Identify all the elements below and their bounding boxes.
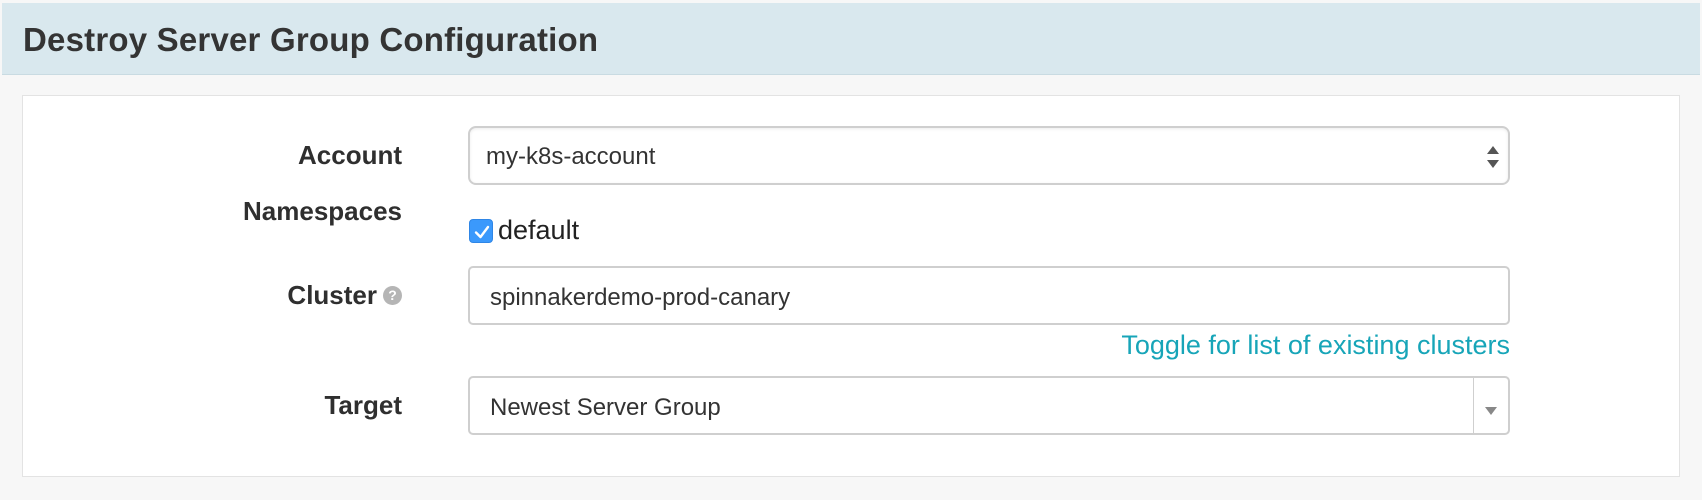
- cluster-input-value: spinnakerdemo-prod-canary: [490, 284, 791, 311]
- toggle-clusters-link[interactable]: Toggle for list of existing clusters: [1121, 330, 1510, 361]
- section-header: Destroy Server Group Configuration: [2, 3, 1700, 75]
- target-label: Target: [324, 390, 402, 420]
- check-icon: [474, 225, 490, 239]
- cluster-input[interactable]: spinnakerdemo-prod-canary: [468, 266, 1510, 325]
- chevron-down-icon[interactable]: [1481, 398, 1501, 415]
- namespace-default-checkbox[interactable]: [469, 219, 493, 243]
- account-label: Account: [298, 140, 402, 170]
- page-title: Destroy Server Group Configuration: [23, 21, 599, 58]
- help-icon[interactable]: ?: [383, 285, 402, 305]
- target-selected-value: Newest Server Group: [490, 394, 721, 421]
- select-arrows-icon: [1486, 144, 1500, 170]
- cluster-label-text: Cluster: [287, 280, 377, 310]
- namespace-default-label: default: [498, 215, 580, 245]
- cluster-label: Cluster?: [287, 280, 402, 311]
- namespaces-label: Namespaces: [243, 196, 402, 226]
- dropdown-divider: [1473, 378, 1474, 433]
- target-select[interactable]: Newest Server Group: [468, 376, 1510, 435]
- account-selected-value: my-k8s-account: [486, 143, 656, 170]
- account-select[interactable]: my-k8s-account: [468, 126, 1510, 185]
